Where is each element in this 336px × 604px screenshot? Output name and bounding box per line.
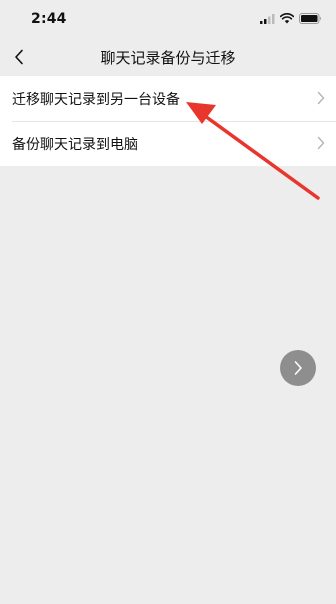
nav-bar: 聊天记录备份与迁移 <box>0 38 336 76</box>
menu-item-migrate-to-device[interactable]: 迁移聊天记录到另一台设备 <box>0 76 336 121</box>
menu-item-label: 备份聊天记录到电脑 <box>12 136 138 153</box>
status-bar: 2:44 <box>0 0 336 38</box>
screen: 2:44 聊天记录备份与迁移 迁移聊天记录到另一台设备 备份聊天记录到电脑 <box>0 0 336 604</box>
menu-list: 迁移聊天记录到另一台设备 备份聊天记录到电脑 <box>0 76 336 166</box>
chevron-right-icon <box>317 136 325 150</box>
wifi-icon <box>280 13 294 24</box>
menu-item-label: 迁移聊天记录到另一台设备 <box>12 91 180 108</box>
page-title: 聊天记录备份与迁移 <box>100 49 236 67</box>
chevron-right-icon <box>294 361 302 375</box>
status-time: 2:44 <box>31 11 67 27</box>
status-icons <box>260 13 322 24</box>
floating-next-button[interactable] <box>280 350 316 386</box>
cellular-signal-icon <box>260 14 275 24</box>
battery-icon <box>299 13 321 24</box>
chevron-right-icon <box>317 91 325 105</box>
menu-item-backup-to-computer[interactable]: 备份聊天记录到电脑 <box>0 121 336 166</box>
